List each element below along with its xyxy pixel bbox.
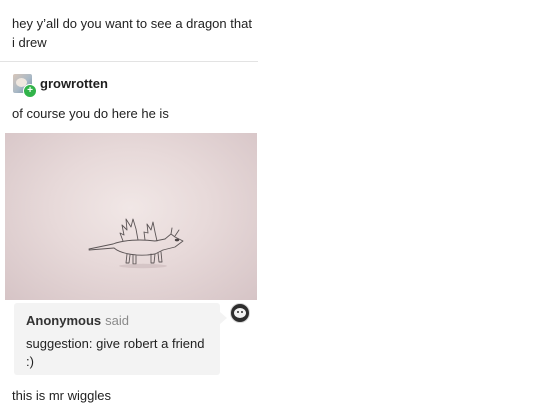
anonymous-avatar-eye-left <box>237 311 239 313</box>
dragon-shadow <box>119 263 167 269</box>
dragon-wing-back <box>119 218 139 242</box>
dragon-leg-2 <box>132 254 137 265</box>
dragon-photo[interactable] <box>5 133 257 300</box>
reblog-header: + growrotten <box>13 72 108 98</box>
reblog-text: of course you do here he is <box>12 106 169 121</box>
dragon-leg-1 <box>125 253 131 264</box>
dragon-wing-front <box>143 221 158 242</box>
tumblr-post: hey y’all do you want to see a dragon th… <box>0 0 262 405</box>
dragon-belly <box>113 247 164 256</box>
asker-said-label: said <box>105 313 129 328</box>
dragon-leg-3 <box>150 253 156 264</box>
reblog-divider <box>0 61 258 62</box>
reblog-username[interactable]: growrotten <box>40 76 108 91</box>
anonymous-avatar-face <box>234 308 246 318</box>
dragon-head <box>162 233 184 251</box>
answer-text: this is mr wiggles <box>12 388 111 403</box>
asker-line: Anonymous said <box>26 313 129 329</box>
original-post-text: hey y’all do you want to see a dragon th… <box>12 16 252 50</box>
dragon-leg-4 <box>157 251 163 263</box>
asker-name: Anonymous <box>26 313 102 328</box>
dragon-eye <box>174 238 180 242</box>
ask-question: suggestion: give robert a friend :) <box>26 336 205 369</box>
follow-badge-icon[interactable]: + <box>23 83 37 98</box>
anonymous-avatar-eye-right <box>241 311 243 313</box>
dragon-back <box>112 238 166 245</box>
dragon-ear-left <box>170 227 173 235</box>
ask-bubble: Anonymous said suggestion: give robert a … <box>14 303 227 375</box>
blog-avatar-icon[interactable]: + <box>13 73 37 98</box>
anonymous-avatar-icon <box>230 303 250 323</box>
dragon-ear-right <box>174 229 180 237</box>
dragon-drawing <box>88 218 184 269</box>
